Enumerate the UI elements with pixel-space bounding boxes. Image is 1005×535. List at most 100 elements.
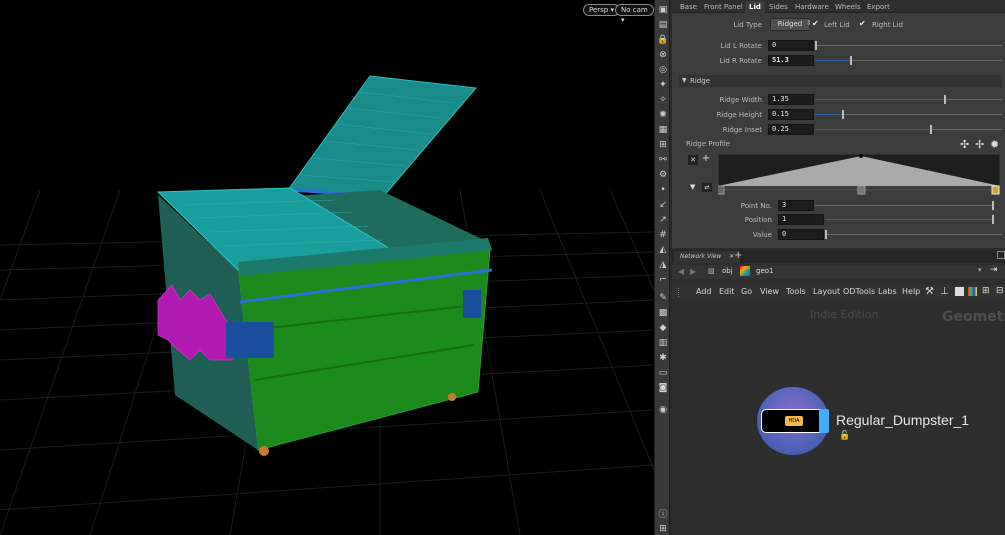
camera-icon[interactable]: ◙ (657, 382, 669, 394)
back-arrow-icon[interactable]: ◀ (678, 267, 684, 276)
path-obj[interactable]: obj (722, 267, 733, 275)
ridge-width-field[interactable]: 1.35 (768, 94, 814, 105)
lid-l-rotate-slider[interactable] (815, 45, 1003, 46)
shading-icon[interactable]: ▦ (657, 124, 669, 136)
point-display-icon[interactable]: • (657, 184, 669, 196)
wireframe-icon[interactable]: ⊞ (657, 139, 669, 151)
menu-edit[interactable]: Edit (719, 287, 735, 296)
menu-layout[interactable]: Layout (813, 287, 840, 296)
tile-view-icon[interactable]: ⊟ (996, 286, 1004, 296)
ridge-inset-field[interactable]: 0.25 (768, 124, 814, 135)
grid-icon[interactable]: ▭ (657, 367, 669, 379)
ridge-profile-ramp[interactable] (718, 154, 1000, 196)
value-field[interactable]: 0 (778, 229, 824, 240)
lid-r-rotate-field[interactable]: 51.3 (768, 55, 814, 66)
position-field[interactable]: 1 (778, 214, 824, 225)
ramp-add-icon[interactable]: ✢ (975, 138, 984, 151)
add-tab-icon[interactable]: + (734, 250, 742, 261)
uv-icon[interactable]: ◮ (657, 259, 669, 271)
select-mode-icon[interactable]: ▣ (657, 4, 669, 16)
ramp-add-point-icon[interactable]: + (701, 154, 711, 164)
menu-help[interactable]: Help (902, 287, 920, 296)
point-no-field[interactable]: 3 (778, 200, 814, 211)
forward-arrow-icon[interactable]: ▶ (690, 267, 696, 276)
ridge-height-field[interactable]: 0.15 (768, 109, 814, 120)
brush-icon[interactable]: ✎ (657, 292, 669, 304)
tab-lid[interactable]: Lid (745, 1, 765, 13)
dumpster-node[interactable]: HDA (757, 387, 829, 455)
ridge-inset-slider[interactable] (931, 129, 1003, 130)
view-icon[interactable]: ◎ (657, 64, 669, 76)
tab-sides[interactable]: Sides (765, 1, 792, 13)
camera-menu-button[interactable]: No cam ▾ (615, 4, 654, 24)
menu-odtools[interactable]: ODTools (843, 287, 875, 296)
lid-r-rotate-slider[interactable] (851, 60, 1003, 61)
network-view[interactable]: Network View ✕ + ◀ ▶ ▨ obj geo1 ▾ ⇥ Add … (672, 250, 1005, 535)
tab-wheels[interactable]: Wheels (831, 1, 865, 13)
ghost-icon[interactable]: ⚯ (657, 154, 669, 166)
list-icon[interactable] (955, 287, 964, 296)
point-numbers-icon[interactable]: # (657, 229, 669, 241)
tab-base[interactable]: Base (676, 1, 701, 13)
right-lid-checkbox[interactable]: ✔ (859, 19, 866, 28)
ramp-interp-icon[interactable]: ⇄ (702, 183, 712, 192)
unlock-icon[interactable]: 🔓 (839, 431, 850, 441)
ramp-collapse-icon[interactable]: ▼ (690, 183, 695, 191)
pane-menu-icon[interactable] (997, 251, 1005, 259)
point-no-slider[interactable] (815, 205, 993, 206)
tab-export[interactable]: Export (863, 1, 894, 13)
left-lid-checkbox[interactable]: ✔ (812, 19, 819, 28)
light-icon[interactable]: ✦ (657, 79, 669, 91)
tab-front-panel[interactable]: Front Panel (700, 1, 747, 13)
lid-type-stepper-icon[interactable]: ⇕ (806, 19, 812, 27)
snap-icon[interactable]: ⊗ (657, 49, 669, 61)
primitive-icon[interactable]: ◭ (657, 244, 669, 256)
axis-icon[interactable]: ✱ (657, 352, 669, 364)
vector-display-icon[interactable]: ↗ (657, 214, 669, 226)
headlight-icon[interactable]: ✺ (657, 109, 669, 121)
lid-l-rotate-thumb[interactable] (815, 41, 817, 50)
lock-icon[interactable]: 🔒 (657, 34, 669, 46)
wrench-icon[interactable]: ⚒ (925, 286, 934, 297)
node-display-flag[interactable] (819, 409, 829, 433)
menu-tools[interactable]: Tools (786, 287, 806, 296)
tab-network-view[interactable]: Network View ✕ (674, 251, 741, 263)
point-no-thumb[interactable] (992, 201, 994, 210)
lid-type-select[interactable]: Ridged (770, 18, 810, 31)
ridge-section-header[interactable]: Ridge (679, 75, 1002, 87)
ridge-width-thumb[interactable] (944, 95, 946, 104)
light-link-icon[interactable]: ✧ (657, 94, 669, 106)
position-thumb[interactable] (992, 215, 994, 224)
value-slider[interactable] (825, 234, 1003, 235)
color-palette-icon[interactable] (968, 287, 977, 296)
diamond-icon[interactable]: ◆ (657, 322, 669, 334)
tab-hardware[interactable]: Hardware (791, 1, 833, 13)
menu-go[interactable]: Go (741, 287, 752, 296)
ridge-inset-thumb[interactable] (930, 125, 932, 134)
ramp-move-icon[interactable]: ✣ (960, 138, 969, 151)
location-icon[interactable]: ◉ (657, 404, 669, 416)
menu-view[interactable]: View (760, 287, 779, 296)
group-icon[interactable]: ▥ (657, 337, 669, 349)
path-dropdown-icon[interactable]: ▾ (978, 266, 982, 274)
lid-l-rotate-field[interactable]: 0 (768, 40, 814, 51)
lid-r-rotate-thumb[interactable] (850, 56, 852, 65)
layout-grid-icon[interactable]: ⊞ (657, 523, 669, 535)
tree-icon[interactable]: ⊥ (940, 286, 949, 297)
path-geo[interactable]: geo1 (756, 267, 774, 275)
edge-icon[interactable]: ⌐ (657, 274, 669, 286)
ridge-width-slider[interactable] (945, 99, 1003, 100)
ramp-delete-icon[interactable]: ✕ (688, 155, 698, 165)
template-icon[interactable]: ⚙ (657, 169, 669, 181)
ridge-height-thumb[interactable] (842, 110, 844, 119)
value-thumb[interactable] (825, 230, 827, 239)
3d-viewport[interactable]: Persp ▾ No cam ▾ (0, 0, 654, 535)
info-icon[interactable]: ⓘ (657, 509, 669, 521)
menu-add[interactable]: Add (696, 287, 712, 296)
display-options-icon[interactable]: ▤ (657, 19, 669, 31)
pin-icon[interactable]: ⇥ (990, 265, 998, 275)
node-name[interactable]: Regular_Dumpster_1 (836, 412, 969, 428)
gear-icon[interactable]: ✹ (990, 138, 999, 151)
grid-view-icon[interactable]: ⊞ (982, 286, 990, 296)
normal-display-icon[interactable]: ↙ (657, 199, 669, 211)
